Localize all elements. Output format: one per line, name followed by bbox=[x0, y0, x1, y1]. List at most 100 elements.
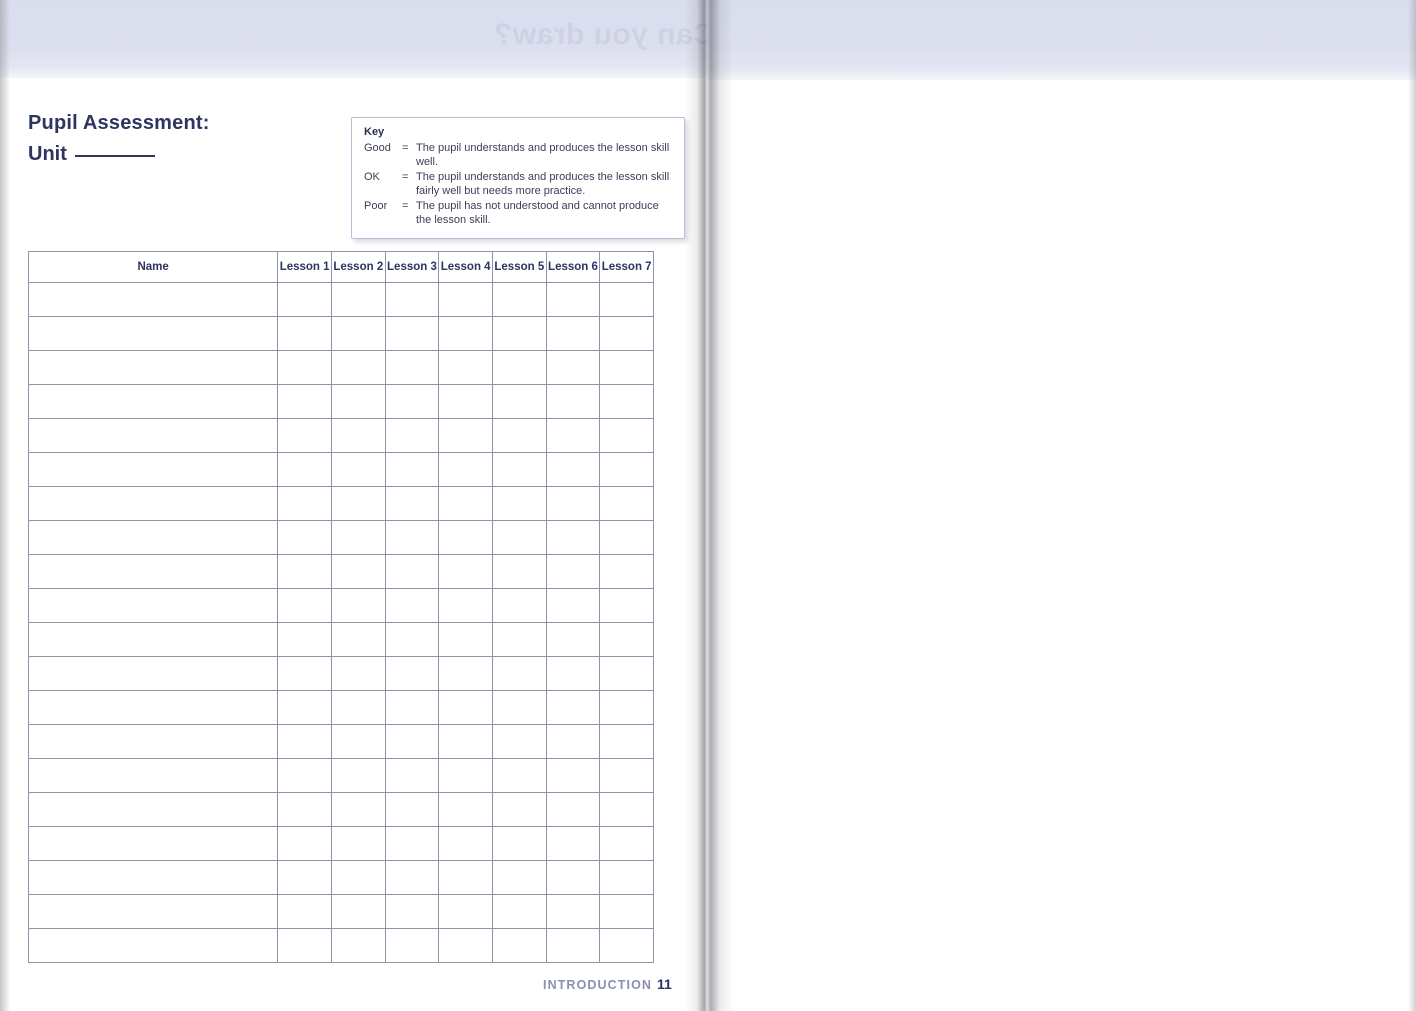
cell-lesson-2[interactable] bbox=[330, 350, 386, 385]
cell-lesson-6[interactable] bbox=[545, 724, 601, 759]
cell-lesson-2[interactable] bbox=[330, 554, 386, 589]
cell-lesson-2[interactable] bbox=[330, 452, 386, 487]
cell-lesson-2[interactable] bbox=[330, 724, 386, 759]
table-row[interactable] bbox=[27, 350, 654, 385]
cell-lesson-2[interactable] bbox=[330, 316, 386, 351]
cell-lesson-3[interactable] bbox=[384, 792, 440, 827]
cell-lesson-2[interactable] bbox=[330, 690, 386, 725]
cell-lesson-5[interactable] bbox=[491, 792, 547, 827]
cell-lesson-4[interactable] bbox=[438, 418, 493, 453]
cell-lesson-7[interactable] bbox=[599, 792, 654, 827]
cell-name[interactable] bbox=[27, 418, 279, 453]
cell-name[interactable] bbox=[27, 758, 279, 793]
table-row[interactable] bbox=[27, 724, 654, 759]
cell-lesson-5[interactable] bbox=[491, 758, 547, 793]
cell-lesson-2[interactable] bbox=[330, 894, 386, 929]
cell-lesson-1[interactable] bbox=[277, 928, 332, 963]
table-row[interactable] bbox=[27, 486, 654, 521]
cell-lesson-6[interactable] bbox=[545, 316, 601, 351]
cell-lesson-3[interactable] bbox=[384, 350, 440, 385]
cell-name[interactable] bbox=[27, 724, 279, 759]
cell-lesson-3[interactable] bbox=[384, 452, 440, 487]
table-row[interactable] bbox=[27, 452, 654, 487]
cell-lesson-1[interactable] bbox=[277, 486, 332, 521]
cell-lesson-1[interactable] bbox=[277, 384, 332, 419]
cell-name[interactable] bbox=[27, 520, 279, 555]
cell-lesson-4[interactable] bbox=[438, 690, 493, 725]
cell-lesson-6[interactable] bbox=[545, 928, 601, 963]
cell-name[interactable] bbox=[27, 656, 279, 691]
cell-lesson-5[interactable] bbox=[491, 384, 547, 419]
cell-lesson-4[interactable] bbox=[438, 520, 493, 555]
cell-lesson-7[interactable] bbox=[599, 384, 654, 419]
cell-lesson-5[interactable] bbox=[491, 282, 547, 317]
cell-lesson-1[interactable] bbox=[277, 826, 332, 861]
cell-lesson-3[interactable] bbox=[384, 520, 440, 555]
cell-lesson-6[interactable] bbox=[545, 758, 601, 793]
cell-lesson-2[interactable] bbox=[330, 486, 386, 521]
cell-lesson-3[interactable] bbox=[384, 418, 440, 453]
cell-lesson-1[interactable] bbox=[277, 622, 332, 657]
table-row[interactable] bbox=[27, 588, 654, 623]
cell-lesson-7[interactable] bbox=[599, 928, 654, 963]
cell-lesson-7[interactable] bbox=[599, 520, 654, 555]
cell-lesson-5[interactable] bbox=[491, 860, 547, 895]
cell-lesson-4[interactable] bbox=[438, 656, 493, 691]
cell-lesson-7[interactable] bbox=[599, 588, 654, 623]
cell-lesson-7[interactable] bbox=[599, 622, 654, 657]
cell-lesson-4[interactable] bbox=[438, 452, 493, 487]
cell-lesson-3[interactable] bbox=[384, 486, 440, 521]
cell-lesson-6[interactable] bbox=[545, 282, 601, 317]
table-row[interactable] bbox=[27, 758, 654, 793]
cell-name[interactable] bbox=[27, 350, 279, 385]
cell-lesson-3[interactable] bbox=[384, 758, 440, 793]
cell-lesson-4[interactable] bbox=[438, 384, 493, 419]
cell-lesson-1[interactable] bbox=[277, 282, 332, 317]
cell-lesson-6[interactable] bbox=[545, 860, 601, 895]
cell-lesson-5[interactable] bbox=[491, 656, 547, 691]
cell-name[interactable] bbox=[27, 860, 279, 895]
cell-name[interactable] bbox=[27, 486, 279, 521]
cell-name[interactable] bbox=[27, 554, 279, 589]
cell-lesson-4[interactable] bbox=[438, 826, 493, 861]
cell-name[interactable] bbox=[27, 316, 279, 351]
cell-lesson-3[interactable] bbox=[384, 860, 440, 895]
cell-lesson-5[interactable] bbox=[491, 690, 547, 725]
cell-lesson-2[interactable] bbox=[330, 928, 386, 963]
cell-lesson-5[interactable] bbox=[491, 588, 547, 623]
cell-lesson-4[interactable] bbox=[438, 350, 493, 385]
cell-name[interactable] bbox=[27, 894, 279, 929]
cell-lesson-3[interactable] bbox=[384, 894, 440, 929]
cell-lesson-2[interactable] bbox=[330, 520, 386, 555]
cell-lesson-3[interactable] bbox=[384, 826, 440, 861]
cell-lesson-3[interactable] bbox=[384, 656, 440, 691]
cell-lesson-6[interactable] bbox=[545, 826, 601, 861]
cell-name[interactable] bbox=[27, 588, 279, 623]
cell-lesson-7[interactable] bbox=[599, 758, 654, 793]
cell-lesson-6[interactable] bbox=[545, 690, 601, 725]
table-row[interactable] bbox=[27, 928, 654, 963]
table-row[interactable] bbox=[27, 520, 654, 555]
table-row[interactable] bbox=[27, 622, 654, 657]
cell-lesson-3[interactable] bbox=[384, 724, 440, 759]
cell-lesson-7[interactable] bbox=[599, 350, 654, 385]
cell-lesson-1[interactable] bbox=[277, 418, 332, 453]
cell-name[interactable] bbox=[27, 792, 279, 827]
cell-lesson-7[interactable] bbox=[599, 282, 654, 317]
cell-lesson-1[interactable] bbox=[277, 656, 332, 691]
cell-lesson-4[interactable] bbox=[438, 588, 493, 623]
cell-lesson-4[interactable] bbox=[438, 724, 493, 759]
cell-lesson-4[interactable] bbox=[438, 860, 493, 895]
cell-lesson-1[interactable] bbox=[277, 554, 332, 589]
cell-lesson-2[interactable] bbox=[330, 588, 386, 623]
cell-name[interactable] bbox=[27, 384, 279, 419]
cell-lesson-5[interactable] bbox=[491, 622, 547, 657]
cell-lesson-4[interactable] bbox=[438, 792, 493, 827]
cell-lesson-7[interactable] bbox=[599, 452, 654, 487]
cell-lesson-6[interactable] bbox=[545, 622, 601, 657]
cell-lesson-7[interactable] bbox=[599, 894, 654, 929]
cell-lesson-5[interactable] bbox=[491, 826, 547, 861]
cell-lesson-6[interactable] bbox=[545, 894, 601, 929]
cell-lesson-3[interactable] bbox=[384, 690, 440, 725]
cell-lesson-7[interactable] bbox=[599, 690, 654, 725]
